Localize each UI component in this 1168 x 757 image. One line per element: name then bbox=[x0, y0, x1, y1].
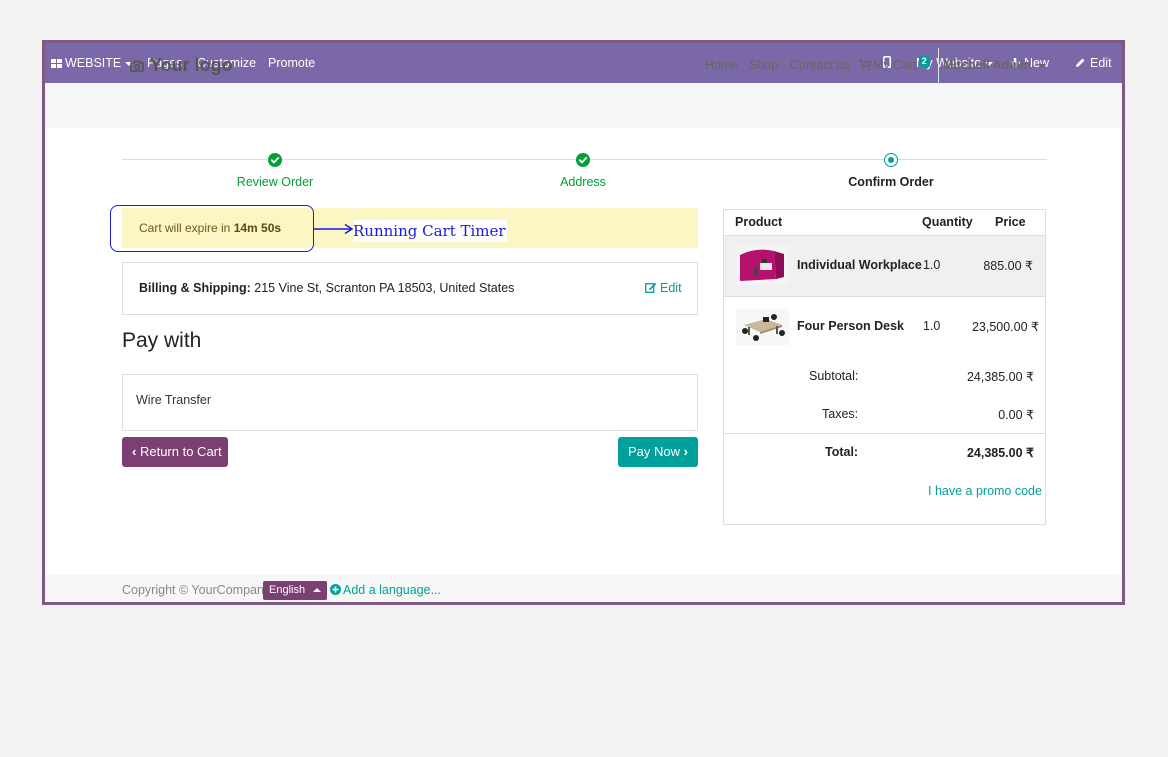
add-language-label: Add a language... bbox=[343, 583, 441, 597]
product-price-2: 23,500.00 ₹ bbox=[971, 320, 1039, 334]
product-thumbnail-desk[interactable] bbox=[736, 309, 789, 345]
nav-divider bbox=[938, 48, 939, 83]
return-to-cart-label: Return to Cart bbox=[139, 444, 222, 459]
subtotal-label: Subtotal: bbox=[809, 369, 859, 383]
step-address[interactable]: Address bbox=[560, 175, 606, 189]
billing-edit-link[interactable]: Edit bbox=[645, 281, 682, 295]
chevron-left-icon: ‹ bbox=[132, 444, 137, 459]
promo-code-link[interactable]: I have a promo code bbox=[928, 484, 1042, 498]
header-price: Price bbox=[995, 215, 1026, 229]
pencil-icon bbox=[1076, 58, 1085, 67]
nav-my-cart[interactable]: My Cart 2 bbox=[859, 43, 930, 88]
nav-contact[interactable]: Contact us bbox=[790, 43, 850, 88]
site-header bbox=[45, 83, 1122, 128]
logo-text: Your logo bbox=[150, 55, 233, 75]
total-divider bbox=[724, 433, 1045, 434]
cart-label: My Cart bbox=[873, 58, 917, 72]
header-product: Product bbox=[735, 215, 783, 229]
step-confirm-order: Confirm Order bbox=[848, 175, 934, 189]
edit-button-label: Edit bbox=[1090, 56, 1112, 70]
annotation-arrow-icon bbox=[313, 223, 354, 235]
language-label: English bbox=[269, 584, 306, 596]
step-review-order[interactable]: Review Order bbox=[237, 175, 313, 189]
promote-menu[interactable]: Promote bbox=[268, 43, 315, 83]
billing-address: 215 Vine St, Scranton PA 18503, United S… bbox=[254, 281, 515, 295]
product-price-1: 885.00 ₹ bbox=[983, 259, 1033, 273]
total-label: Total: bbox=[825, 445, 859, 459]
shopping-cart-icon bbox=[859, 59, 872, 70]
language-selector[interactable]: English bbox=[263, 581, 328, 600]
taxes-label: Taxes: bbox=[822, 407, 859, 421]
product-thumbnail-workplace[interactable] bbox=[736, 245, 788, 285]
annotation-label: Running Cart Timer bbox=[353, 220, 507, 242]
product-qty-1: 1.0 bbox=[923, 258, 941, 272]
product-name-1[interactable]: Individual Workplace bbox=[797, 258, 922, 272]
taxes-value: 0.00 ₹ bbox=[998, 408, 1034, 422]
edit-button[interactable]: Edit bbox=[1075, 43, 1112, 83]
nav-shop[interactable]: Shop bbox=[749, 43, 778, 88]
step-review-done-icon bbox=[268, 153, 282, 167]
edit-icon bbox=[645, 283, 657, 293]
pay-now-label: Pay Now bbox=[628, 444, 681, 459]
user-name: Mitchell Admin bbox=[943, 58, 1032, 72]
product-name-2[interactable]: Four Person Desk bbox=[797, 319, 904, 333]
add-language-link[interactable]: Add a language... bbox=[330, 583, 441, 597]
step-current-icon bbox=[884, 153, 898, 167]
website-menu-label: WEBSITE bbox=[65, 56, 122, 70]
total-value: 24,385.00 ₹ bbox=[966, 446, 1034, 460]
camera-icon bbox=[130, 60, 144, 72]
payment-method-wire-transfer[interactable]: Wire Transfer bbox=[136, 393, 211, 407]
plus-circle-icon bbox=[330, 584, 341, 595]
browser-frame: WEBSITE Pages Customize Promote My Websi… bbox=[42, 40, 1125, 605]
pay-now-button[interactable]: Pay Now › bbox=[618, 437, 698, 467]
subtotal-value: 24,385.00 ₹ bbox=[966, 370, 1034, 384]
annotation-highlight-box bbox=[110, 205, 314, 252]
step-address-done-icon bbox=[576, 153, 590, 167]
billing-edit-label: Edit bbox=[660, 281, 682, 295]
billing-info: Billing & Shipping: 215 Vine St, Scranto… bbox=[139, 281, 514, 295]
chevron-down-icon bbox=[1038, 63, 1047, 68]
site-logo[interactable]: Your logo bbox=[130, 55, 233, 76]
user-menu[interactable]: Mitchell Admin bbox=[943, 43, 1047, 88]
apps-grid-icon bbox=[51, 59, 62, 68]
return-to-cart-button[interactable]: ‹ Return to Cart bbox=[122, 437, 228, 467]
nav-home[interactable]: Home bbox=[705, 43, 738, 88]
cart-count-badge: 2 bbox=[918, 56, 930, 67]
chevron-up-icon bbox=[313, 588, 322, 593]
copyright-text: Copyright © YourCompany bbox=[122, 583, 271, 597]
product-qty-2: 1.0 bbox=[923, 319, 941, 333]
pay-with-heading: Pay with bbox=[122, 329, 202, 352]
website-menu[interactable]: WEBSITE bbox=[51, 43, 134, 83]
billing-label: Billing & Shipping: bbox=[139, 281, 251, 295]
chevron-right-icon: › bbox=[683, 444, 688, 459]
header-quantity: Quantity bbox=[922, 215, 973, 229]
